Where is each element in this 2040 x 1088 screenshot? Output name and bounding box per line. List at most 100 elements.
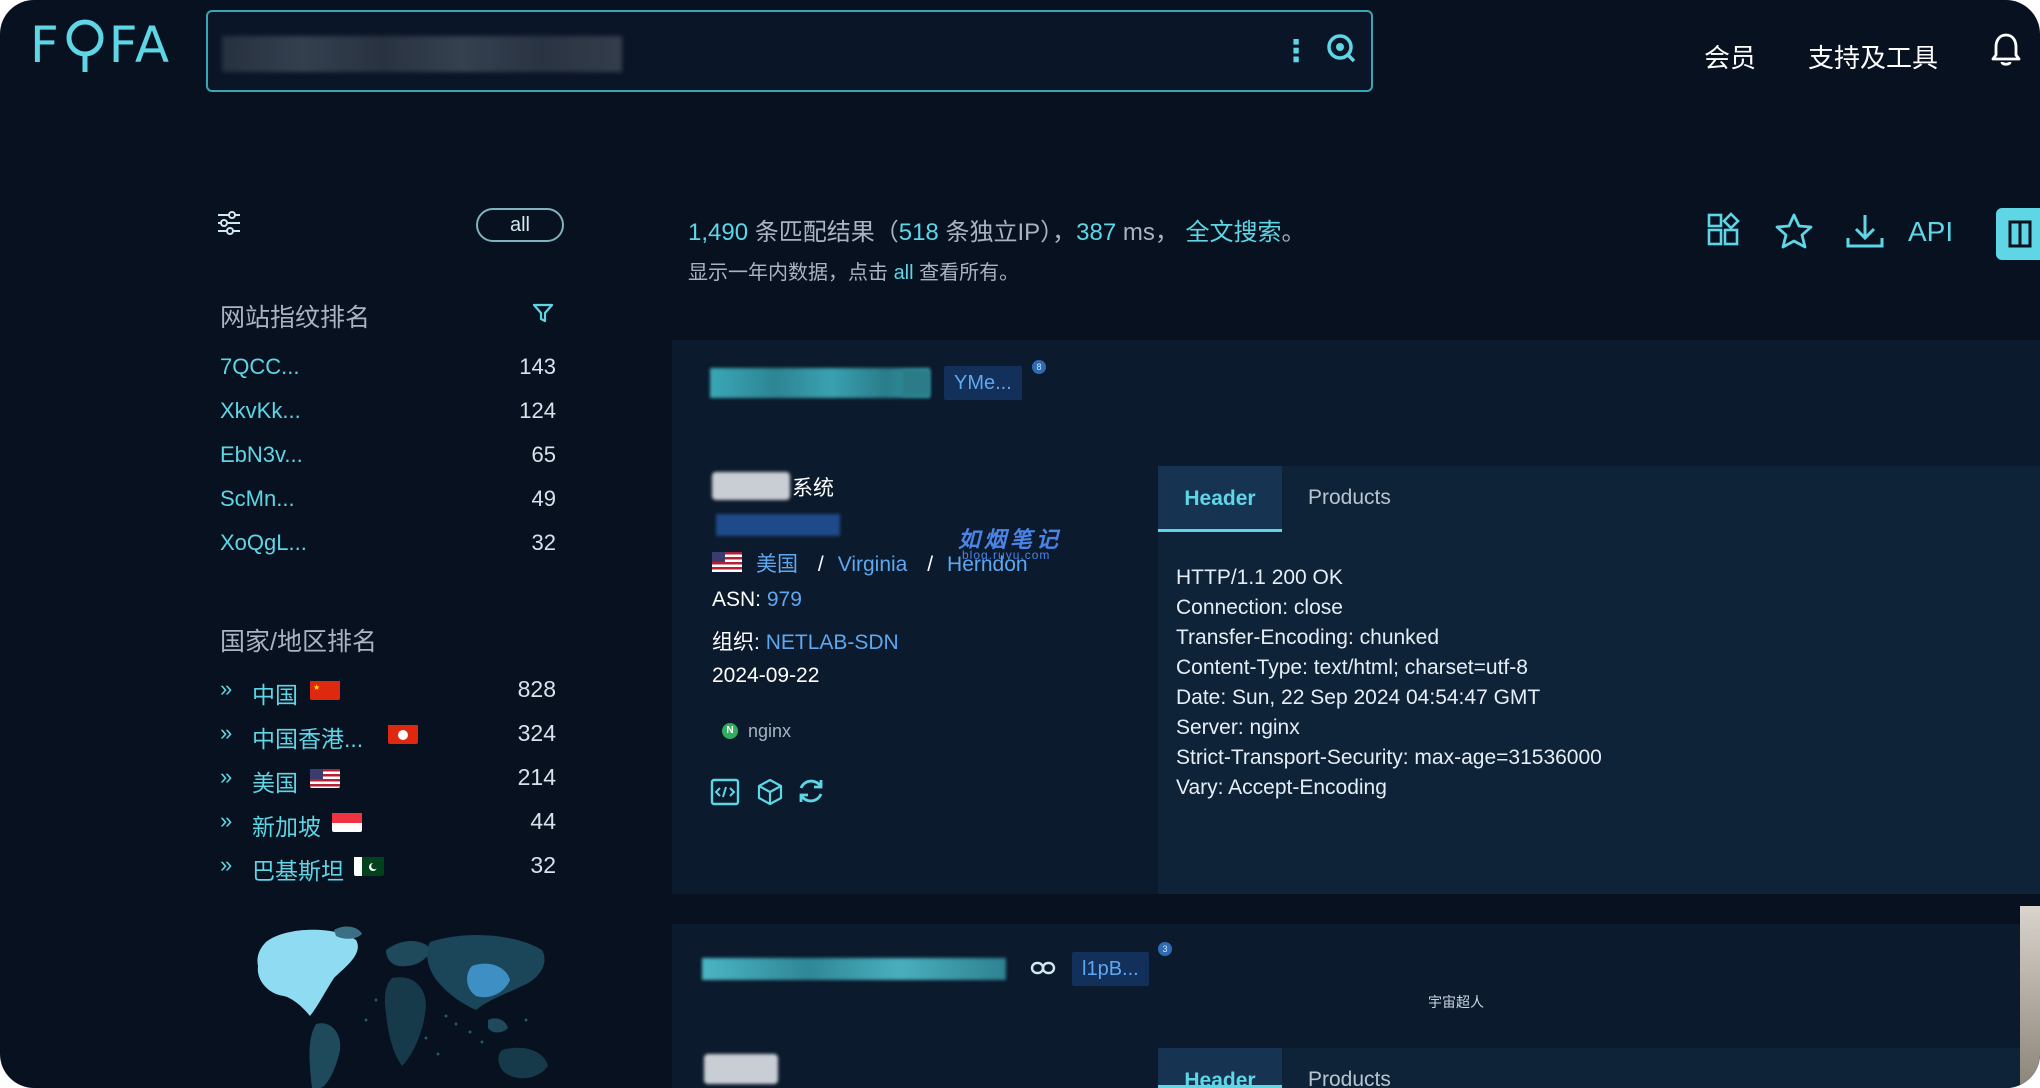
- country-name[interactable]: 美国: [252, 764, 298, 798]
- site-rank-item[interactable]: XkvKk... 124: [220, 390, 560, 430]
- product-chip[interactable]: N nginx: [722, 718, 791, 744]
- country-rank-item[interactable]: » 中国 ★ 828: [220, 668, 560, 708]
- full-text-search-link[interactable]: 全文搜索: [1186, 219, 1282, 246]
- country-count: 44: [530, 808, 556, 834]
- link-icon[interactable]: [1030, 960, 1056, 981]
- asn-label: ASN:: [712, 588, 762, 611]
- stamp-text: 宇宙超人: [1428, 994, 1484, 1010]
- refresh-icon[interactable]: [796, 776, 826, 811]
- product-name: nginx: [748, 720, 792, 741]
- unique-ip-label: 条独立IP），: [945, 219, 1077, 246]
- cube-icon[interactable]: [756, 778, 784, 811]
- header-line: Content-Type: text/html; charset=utf-8: [1176, 656, 1528, 679]
- tab-products[interactable]: Products: [1308, 486, 1391, 510]
- results-subnote: 显示一年内数据，点击 all 查看所有。: [688, 256, 1019, 285]
- query-time-unit: ms，: [1122, 219, 1179, 246]
- site-rank-name[interactable]: ScMn...: [220, 486, 295, 512]
- result-count-label: 条匹配结果（: [754, 219, 899, 246]
- chevron-right-icon: »: [220, 720, 233, 745]
- summary-end: 。: [1281, 219, 1306, 246]
- source-code-icon[interactable]: [710, 778, 740, 811]
- fofa-app: F FA ⋮ 会员 支持及工具 all 网站指纹排名 7QCC... 143 X…: [0, 0, 2040, 1088]
- country-rank-item[interactable]: » 中国香港... 324: [220, 712, 560, 752]
- filter-settings-icon[interactable]: [216, 210, 242, 241]
- country-count: 32: [530, 852, 556, 878]
- hong-kong-flag-icon: [388, 724, 418, 744]
- result-org: 组织: NETLAB-SDN: [712, 626, 899, 656]
- result-title-redacted: [712, 472, 790, 500]
- asn-value[interactable]: 979: [767, 588, 802, 611]
- site-rank-count: 143: [519, 354, 556, 379]
- result-date: 2024-09-22: [712, 664, 820, 687]
- header-line: Strict-Transport-Security: max-age=31536…: [1176, 746, 1602, 769]
- country-name[interactable]: 中国: [252, 676, 298, 710]
- site-rank-item[interactable]: 7QCC... 143: [220, 346, 560, 386]
- country-name[interactable]: 新加坡: [252, 808, 321, 842]
- site-rank-count: 32: [531, 530, 556, 555]
- edge-photo-fragment: [2020, 906, 2040, 1088]
- result-host-redacted[interactable]: [710, 368, 930, 398]
- funnel-icon[interactable]: [532, 302, 554, 329]
- site-rank-name[interactable]: EbN3v...: [220, 442, 303, 468]
- fofa-logo[interactable]: F FA: [30, 14, 171, 76]
- site-rank-item[interactable]: ScMn... 49: [220, 478, 560, 518]
- header-line: Connection: close: [1176, 596, 1343, 619]
- site-rank-count: 124: [519, 398, 556, 423]
- site-rank-count: 65: [531, 442, 556, 467]
- svg-text:★: ★: [313, 683, 320, 692]
- all-toggle[interactable]: all: [476, 208, 564, 242]
- search-icon[interactable]: [1325, 32, 1357, 69]
- result-tag[interactable]: l1pB...: [1072, 952, 1149, 986]
- results-summary: 1,490 条匹配结果（518 条独立IP），387 ms， 全文搜索。: [688, 212, 1306, 247]
- bell-icon[interactable]: [1990, 32, 2022, 73]
- chevron-right-icon: »: [220, 852, 233, 877]
- star-icon[interactable]: [1774, 212, 1814, 255]
- result-host-redacted[interactable]: [702, 958, 1006, 980]
- chevron-right-icon: »: [220, 764, 233, 789]
- result-count: 1,490: [688, 219, 749, 246]
- nginx-icon: N: [722, 723, 738, 739]
- show-all-link[interactable]: all: [894, 262, 914, 284]
- response-panel: [1158, 466, 2040, 894]
- view-toggle-button[interactable]: [1996, 208, 2040, 260]
- search-query-redacted: [222, 36, 622, 72]
- location-region[interactable]: Virginia: [838, 553, 908, 576]
- result-ip-redacted[interactable]: [716, 514, 840, 536]
- country-name[interactable]: 巴基斯坦: [252, 852, 344, 886]
- query-time: 387: [1076, 219, 1117, 246]
- top-bar: F FA ⋮ 会员 支持及工具: [0, 0, 2040, 100]
- tab-products[interactable]: Products: [1308, 1068, 1391, 1088]
- site-rank-item[interactable]: EbN3v... 65: [220, 434, 560, 474]
- location-country[interactable]: 美国: [756, 553, 798, 576]
- result-tag[interactable]: YMe...: [944, 366, 1022, 400]
- result-asn: ASN: 979: [712, 588, 802, 612]
- tab-header[interactable]: Header: [1158, 1048, 1282, 1088]
- country-rank-item[interactable]: » 美国 214: [220, 756, 560, 796]
- country-count: 214: [517, 764, 556, 790]
- stats-icon[interactable]: [1706, 212, 1742, 253]
- nav-tools[interactable]: 支持及工具: [1808, 38, 1938, 75]
- site-rank-name[interactable]: XkvKk...: [220, 398, 301, 424]
- world-map[interactable]: [226, 920, 556, 1088]
- download-icon[interactable]: [1844, 212, 1886, 257]
- tab-header[interactable]: Header: [1158, 466, 1282, 532]
- site-rank-item[interactable]: XoQgL... 32: [220, 522, 560, 562]
- tag-count-badge: 8: [1032, 360, 1046, 374]
- result-host-redacted-tail: [902, 370, 930, 396]
- country-rank-title: 国家/地区排名: [220, 628, 377, 656]
- result-title[interactable]: 系统: [792, 472, 834, 502]
- nav-member[interactable]: 会员: [1704, 38, 1756, 75]
- api-button[interactable]: API: [1908, 216, 1953, 248]
- logo-o-mark: [63, 14, 107, 76]
- country-rank-item[interactable]: » 巴基斯坦 32: [220, 844, 560, 884]
- site-rank-name[interactable]: 7QCC...: [220, 354, 299, 380]
- org-value[interactable]: NETLAB-SDN: [766, 631, 899, 654]
- site-rank-name[interactable]: XoQgL...: [220, 530, 307, 556]
- country-rank-item[interactable]: » 新加坡 44: [220, 800, 560, 840]
- search-input[interactable]: ⋮: [206, 10, 1373, 92]
- header-line: Date: Sun, 22 Sep 2024 04:54:47 GMT: [1176, 686, 1541, 709]
- more-options-icon[interactable]: ⋮: [1281, 32, 1311, 72]
- site-rank-count: 49: [531, 486, 556, 511]
- country-name[interactable]: 中国香港...: [252, 720, 363, 754]
- pakistan-flag-icon: [354, 856, 384, 876]
